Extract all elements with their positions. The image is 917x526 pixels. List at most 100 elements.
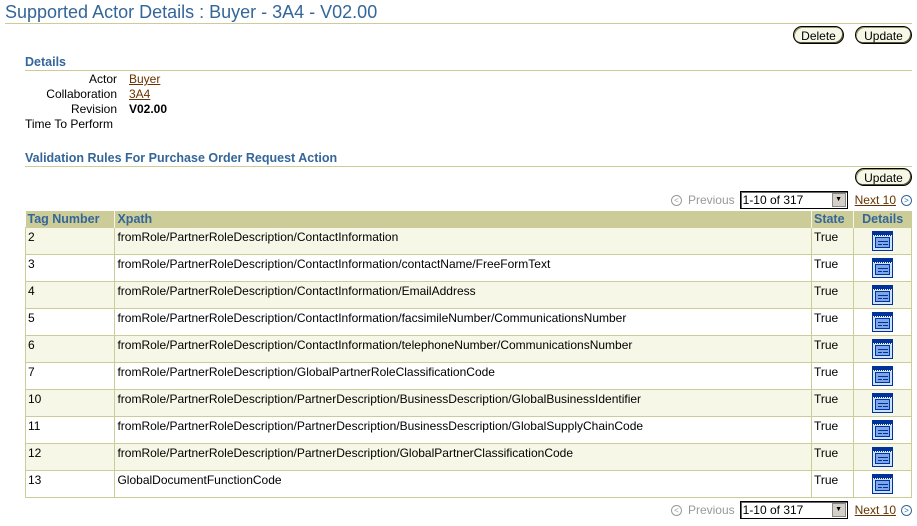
details-icon[interactable] <box>871 474 893 494</box>
pagination-top: < Previous 1-10 of 317 ▼ Next 10 > <box>600 190 917 210</box>
details-icon[interactable] <box>871 285 893 305</box>
details-icon[interactable] <box>871 339 893 359</box>
table-row: 12 fromRole/PartnerRoleDescription/Partne… <box>24 443 913 471</box>
next-link[interactable]: Next 10 <box>855 193 896 207</box>
details-cell <box>852 362 913 390</box>
previous-icon: < <box>670 504 682 516</box>
details-icon[interactable] <box>871 231 893 251</box>
delete-button[interactable]: Delete <box>793 26 844 44</box>
update-rules-button[interactable]: Update <box>855 168 912 186</box>
table-row: 6 fromRole/PartnerRoleDescription/Contact… <box>24 335 913 363</box>
table-row: 10 fromRole/PartnerRoleDescription/Partne… <box>24 389 913 417</box>
xpath-cell: fromRole/PartnerRoleDescription/GlobalPa… <box>114 362 812 390</box>
column-header-state[interactable]: State <box>810 211 854 228</box>
chevron-down-icon[interactable]: ▼ <box>831 503 846 517</box>
details-icon[interactable] <box>871 447 893 467</box>
state-cell: True <box>810 335 854 363</box>
previous-link: Previous <box>687 503 735 517</box>
xpath-cell: fromRole/PartnerRoleDescription/ContactI… <box>114 335 812 363</box>
table-row: 13 GlobalDocumentFunctionCode True <box>24 470 913 498</box>
validation-rules-header: Validation Rules For Purchase Order Requ… <box>25 150 912 167</box>
xpath-cell: fromRole/PartnerRoleDescription/ContactI… <box>114 281 812 309</box>
state-cell: True <box>810 443 854 471</box>
state-cell: True <box>810 308 854 336</box>
update-button[interactable]: Update <box>855 26 912 44</box>
collaboration-label: Collaboration <box>46 87 117 101</box>
state-cell: True <box>810 281 854 309</box>
xpath-cell: fromRole/PartnerRoleDescription/ContactI… <box>114 254 812 282</box>
next-icon[interactable]: > <box>901 194 912 206</box>
state-cell: True <box>810 470 854 498</box>
next-icon[interactable]: > <box>901 504 912 516</box>
state-cell: True <box>810 416 854 444</box>
xpath-cell: GlobalDocumentFunctionCode <box>114 470 812 498</box>
range-select-value: 1-10 of 317 <box>742 193 804 207</box>
details-icon[interactable] <box>871 420 893 440</box>
pagination-bottom: < Previous 1-10 of 317 ▼ Next 10 > <box>600 500 917 520</box>
xpath-cell: fromRole/PartnerRoleDescription/PartnerD… <box>114 389 812 417</box>
previous-icon: < <box>670 194 682 206</box>
tag-number-cell: 10 <box>24 389 116 417</box>
next-link[interactable]: Next 10 <box>855 503 896 517</box>
details-row-revision: Revision V02.00 <box>25 102 167 117</box>
table-row: 11 fromRole/PartnerRoleDescription/Partne… <box>24 416 913 444</box>
details-icon[interactable] <box>871 258 893 278</box>
page-title: Supported Actor Details : Buyer - 3A4 - … <box>5 1 912 24</box>
details-cell <box>852 227 913 255</box>
xpath-cell: fromRole/PartnerRoleDescription/PartnerD… <box>114 416 812 444</box>
tag-number-cell: 6 <box>24 335 116 363</box>
tag-number-cell: 7 <box>24 362 116 390</box>
column-header-tag-number[interactable]: Tag Number <box>25 211 115 228</box>
validation-rules-table: Tag Number Xpath State Details 2 fromRole… <box>24 211 913 498</box>
details-cell <box>852 389 913 417</box>
collaboration-link[interactable]: 3A4 <box>129 87 150 101</box>
tag-number-cell: 13 <box>24 470 116 498</box>
xpath-cell: fromRole/PartnerRoleDescription/ContactI… <box>114 308 812 336</box>
details-cell <box>852 416 913 444</box>
state-cell: True <box>810 389 854 417</box>
details-icon[interactable] <box>871 393 893 413</box>
details-section-header: Details <box>25 54 912 71</box>
table-header-row: Tag Number Xpath State Details <box>25 211 912 228</box>
time-to-perform-label: Time To Perform <box>25 117 114 131</box>
table-row: 3 fromRole/PartnerRoleDescription/Contact… <box>24 254 913 282</box>
tag-number-cell: 5 <box>24 308 116 336</box>
range-select[interactable]: 1-10 of 317 ▼ <box>739 191 848 209</box>
xpath-cell: fromRole/PartnerRoleDescription/ContactI… <box>114 227 812 255</box>
tag-number-cell: 11 <box>24 416 116 444</box>
xpath-cell: fromRole/PartnerRoleDescription/PartnerD… <box>114 443 812 471</box>
details-cell <box>852 335 913 363</box>
state-cell: True <box>810 254 854 282</box>
column-header-xpath[interactable]: Xpath <box>114 211 812 228</box>
column-header-details: Details <box>852 211 912 228</box>
details-cell <box>852 254 913 282</box>
tag-number-cell: 2 <box>24 227 116 255</box>
details-cell <box>852 308 913 336</box>
revision-value: V02.00 <box>129 102 168 116</box>
range-select[interactable]: 1-10 of 317 ▼ <box>739 501 848 519</box>
table-row: 5 fromRole/PartnerRoleDescription/Contact… <box>24 308 913 336</box>
details-cell <box>852 443 913 471</box>
details-cell <box>852 470 913 498</box>
details-row-collaboration: Collaboration 3A4 <box>25 87 167 102</box>
time-to-perform-value <box>117 117 129 132</box>
state-cell: True <box>810 227 854 255</box>
tag-number-cell: 12 <box>24 443 116 471</box>
table-row: 2 fromRole/PartnerRoleDescription/Contact… <box>24 227 913 255</box>
range-select-value: 1-10 of 317 <box>742 503 804 517</box>
chevron-down-icon[interactable]: ▼ <box>831 193 846 207</box>
details-fields: Actor Buyer Collaboration 3A4 Revision V… <box>25 72 167 132</box>
tag-number-cell: 3 <box>24 254 116 282</box>
table-row: 7 fromRole/PartnerRoleDescription/GlobalP… <box>24 362 913 390</box>
details-row-actor: Actor Buyer <box>25 72 167 87</box>
table-row: 4 fromRole/PartnerRoleDescription/Contact… <box>24 281 913 309</box>
revision-label: Revision <box>70 102 117 116</box>
state-cell: True <box>810 362 854 390</box>
previous-link: Previous <box>687 193 735 207</box>
actor-link[interactable]: Buyer <box>129 72 160 86</box>
details-cell <box>852 281 913 309</box>
actor-label: Actor <box>88 72 117 86</box>
details-icon[interactable] <box>871 312 893 332</box>
details-icon[interactable] <box>871 366 893 386</box>
details-row-time-to-perform: Time To Perform <box>25 117 167 132</box>
